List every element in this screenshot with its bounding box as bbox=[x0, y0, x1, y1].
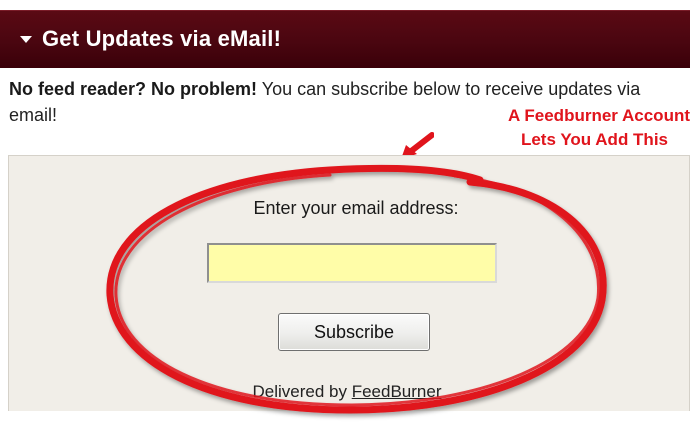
delivered-by-text: Delivered by FeedBurner bbox=[0, 382, 690, 402]
subscribe-button[interactable]: Subscribe bbox=[278, 313, 430, 351]
annotation-line-1: A Feedburner Account bbox=[508, 106, 690, 125]
feedburner-link[interactable]: FeedBurner bbox=[352, 382, 442, 401]
delivered-by-label: Delivered by bbox=[252, 382, 347, 401]
annotation-line-2: Lets You Add This bbox=[520, 130, 668, 149]
widget-title: Get Updates via eMail! bbox=[42, 26, 282, 51]
email-input[interactable] bbox=[207, 243, 497, 283]
annotation-callout: A Feedburner Account Lets You Add This bbox=[410, 104, 690, 152]
widget-header[interactable]: Get Updates via eMail! bbox=[0, 10, 690, 68]
collapse-triangle-icon[interactable] bbox=[20, 35, 32, 43]
email-prompt-label: Enter your email address: bbox=[253, 198, 459, 218]
subscribe-panel bbox=[8, 155, 690, 411]
intro-bold-text: No feed reader? No problem! bbox=[9, 79, 258, 99]
